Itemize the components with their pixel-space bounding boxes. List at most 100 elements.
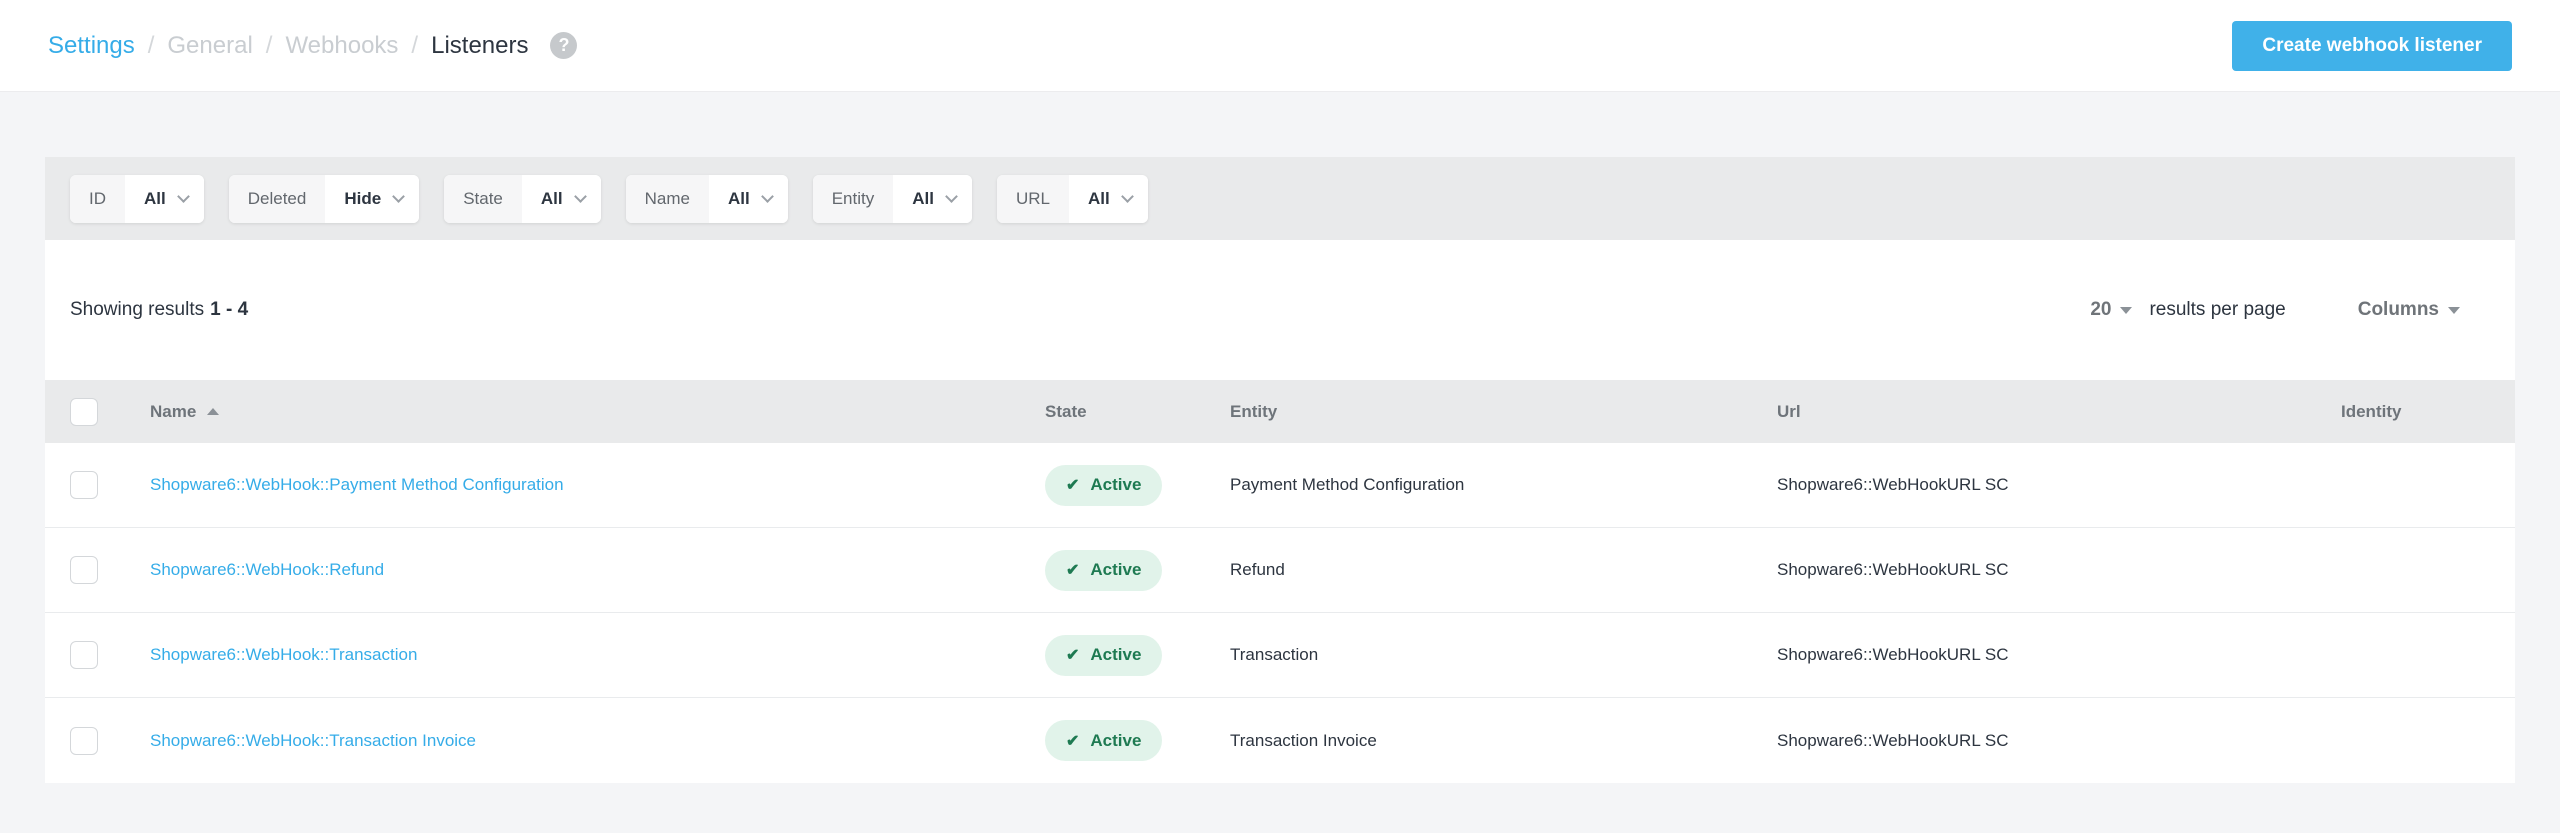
columns-dropdown[interactable]: Columns [2358, 299, 2460, 321]
filter-chip-value[interactable]: All [522, 175, 601, 223]
row-checkbox-cell [45, 641, 150, 669]
top-bar: Settings / General / Webhooks / Listener… [0, 0, 2560, 92]
row-url-cell: Shopware6::WebHookURL SC [1777, 560, 2341, 580]
row-url-cell: Shopware6::WebHookURL SC [1777, 475, 2341, 495]
content-card: Showing results 1 - 4 20 results per pag… [45, 240, 2515, 783]
filter-chip-value[interactable]: All [709, 175, 788, 223]
column-header-name-label: Name [150, 402, 196, 422]
table-row: Shopware6::WebHook::Refund ✔ Active Refu… [45, 528, 2515, 613]
filter-chip-value[interactable]: All [893, 175, 972, 223]
check-icon: ✔ [1066, 645, 1079, 665]
status-badge: ✔ Active [1045, 465, 1162, 506]
filter-chip-value-text: All [728, 189, 750, 209]
listener-name-link[interactable]: Shopware6::WebHook::Payment Method Confi… [150, 475, 564, 495]
status-badge-label: Active [1090, 475, 1141, 495]
status-badge: ✔ Active [1045, 635, 1162, 676]
breadcrumb-general[interactable]: General [167, 32, 252, 60]
listener-name-link[interactable]: Shopware6::WebHook::Transaction [150, 645, 417, 665]
filter-chip-value[interactable]: Hide [325, 175, 419, 223]
row-checkbox[interactable] [70, 556, 98, 584]
status-badge-label: Active [1090, 645, 1141, 665]
breadcrumb-separator: / [411, 32, 418, 60]
status-badge: ✔ Active [1045, 550, 1162, 591]
table-header-entity[interactable]: Entity [1230, 402, 1777, 422]
filter-chip-value-text: All [912, 189, 934, 209]
row-url-cell: Shopware6::WebHookURL SC [1777, 645, 2341, 665]
triangle-down-icon [2120, 307, 2132, 314]
chevron-down-icon [945, 190, 958, 203]
filter-chip[interactable]: Deleted Hide [229, 175, 419, 223]
filter-chip-label: Deleted [229, 175, 326, 223]
table-row: Shopware6::WebHook::Transaction Invoice … [45, 698, 2515, 783]
row-url-cell: Shopware6::WebHookURL SC [1777, 731, 2341, 751]
filter-chip[interactable]: State All [444, 175, 600, 223]
breadcrumb-separator: / [266, 32, 273, 60]
breadcrumb-webhooks[interactable]: Webhooks [285, 32, 398, 60]
filter-chip-value-text: All [1088, 189, 1110, 209]
row-entity-cell: Refund [1230, 560, 1777, 580]
filter-chip-value[interactable]: All [125, 175, 204, 223]
row-state-cell: ✔ Active [1045, 720, 1230, 761]
results-bar: Showing results 1 - 4 20 results per pag… [45, 240, 2515, 380]
filter-chip-label: Entity [813, 175, 894, 223]
listener-name-link[interactable]: Shopware6::WebHook::Transaction Invoice [150, 731, 476, 751]
row-name-cell: Shopware6::WebHook::Payment Method Confi… [150, 475, 1045, 495]
chevron-down-icon [1121, 190, 1134, 203]
table-header-identity[interactable]: Identity [2341, 402, 2515, 422]
listener-name-link[interactable]: Shopware6::WebHook::Refund [150, 560, 384, 580]
row-checkbox-cell [45, 556, 150, 584]
row-entity-cell: Transaction Invoice [1230, 731, 1777, 751]
results-bar-controls: 20 results per page Columns [2090, 299, 2460, 321]
filter-chip-label: URL [997, 175, 1069, 223]
table-header-name[interactable]: Name [150, 402, 1045, 422]
row-state-cell: ✔ Active [1045, 550, 1230, 591]
row-checkbox[interactable] [70, 641, 98, 669]
row-name-cell: Shopware6::WebHook::Transaction [150, 645, 1045, 665]
per-page-label: results per page [2149, 299, 2285, 321]
table-header-row: Name State Entity Url Identity [45, 380, 2515, 443]
filter-chip[interactable]: ID All [70, 175, 204, 223]
row-name-cell: Shopware6::WebHook::Refund [150, 560, 1045, 580]
check-icon: ✔ [1066, 731, 1079, 751]
create-webhook-listener-button[interactable]: Create webhook listener [2232, 21, 2512, 71]
filter-chip-label: ID [70, 175, 125, 223]
row-checkbox[interactable] [70, 727, 98, 755]
status-badge-label: Active [1090, 731, 1141, 751]
filter-chip-value[interactable]: All [1069, 175, 1148, 223]
breadcrumb: Settings / General / Webhooks / Listener… [48, 32, 577, 60]
sort-ascending-icon [207, 408, 219, 415]
table-header-checkbox-cell [45, 398, 150, 426]
check-icon: ✔ [1066, 560, 1079, 580]
select-all-checkbox[interactable] [70, 398, 98, 426]
table-row: Shopware6::WebHook::Payment Method Confi… [45, 443, 2515, 528]
help-icon[interactable]: ? [550, 32, 577, 59]
triangle-down-icon [2448, 307, 2460, 314]
check-icon: ✔ [1066, 475, 1079, 495]
chevron-down-icon [574, 190, 587, 203]
filter-chip-value-text: All [144, 189, 166, 209]
row-entity-cell: Transaction [1230, 645, 1777, 665]
filter-chip[interactable]: Entity All [813, 175, 972, 223]
per-page-dropdown[interactable]: 20 [2090, 299, 2132, 321]
table-body: Shopware6::WebHook::Payment Method Confi… [45, 443, 2515, 783]
filter-chip-value-text: All [541, 189, 563, 209]
filter-chip-label: Name [626, 175, 709, 223]
table-row: Shopware6::WebHook::Transaction ✔ Active… [45, 613, 2515, 698]
filter-chip[interactable]: Name All [626, 175, 788, 223]
row-checkbox[interactable] [70, 471, 98, 499]
filter-chip-label: State [444, 175, 522, 223]
columns-label: Columns [2358, 299, 2439, 321]
status-badge-label: Active [1090, 560, 1141, 580]
status-badge: ✔ Active [1045, 720, 1162, 761]
table-header-url[interactable]: Url [1777, 402, 2341, 422]
chevron-down-icon [392, 190, 405, 203]
breadcrumb-settings[interactable]: Settings [48, 32, 135, 60]
filter-chip[interactable]: URL All [997, 175, 1148, 223]
row-name-cell: Shopware6::WebHook::Transaction Invoice [150, 731, 1045, 751]
showing-results-range: 1 - 4 [210, 299, 248, 321]
row-state-cell: ✔ Active [1045, 635, 1230, 676]
showing-results-text: Showing results [70, 299, 204, 321]
chevron-down-icon [761, 190, 774, 203]
table-header-state[interactable]: State [1045, 402, 1230, 422]
per-page-value: 20 [2090, 299, 2111, 321]
